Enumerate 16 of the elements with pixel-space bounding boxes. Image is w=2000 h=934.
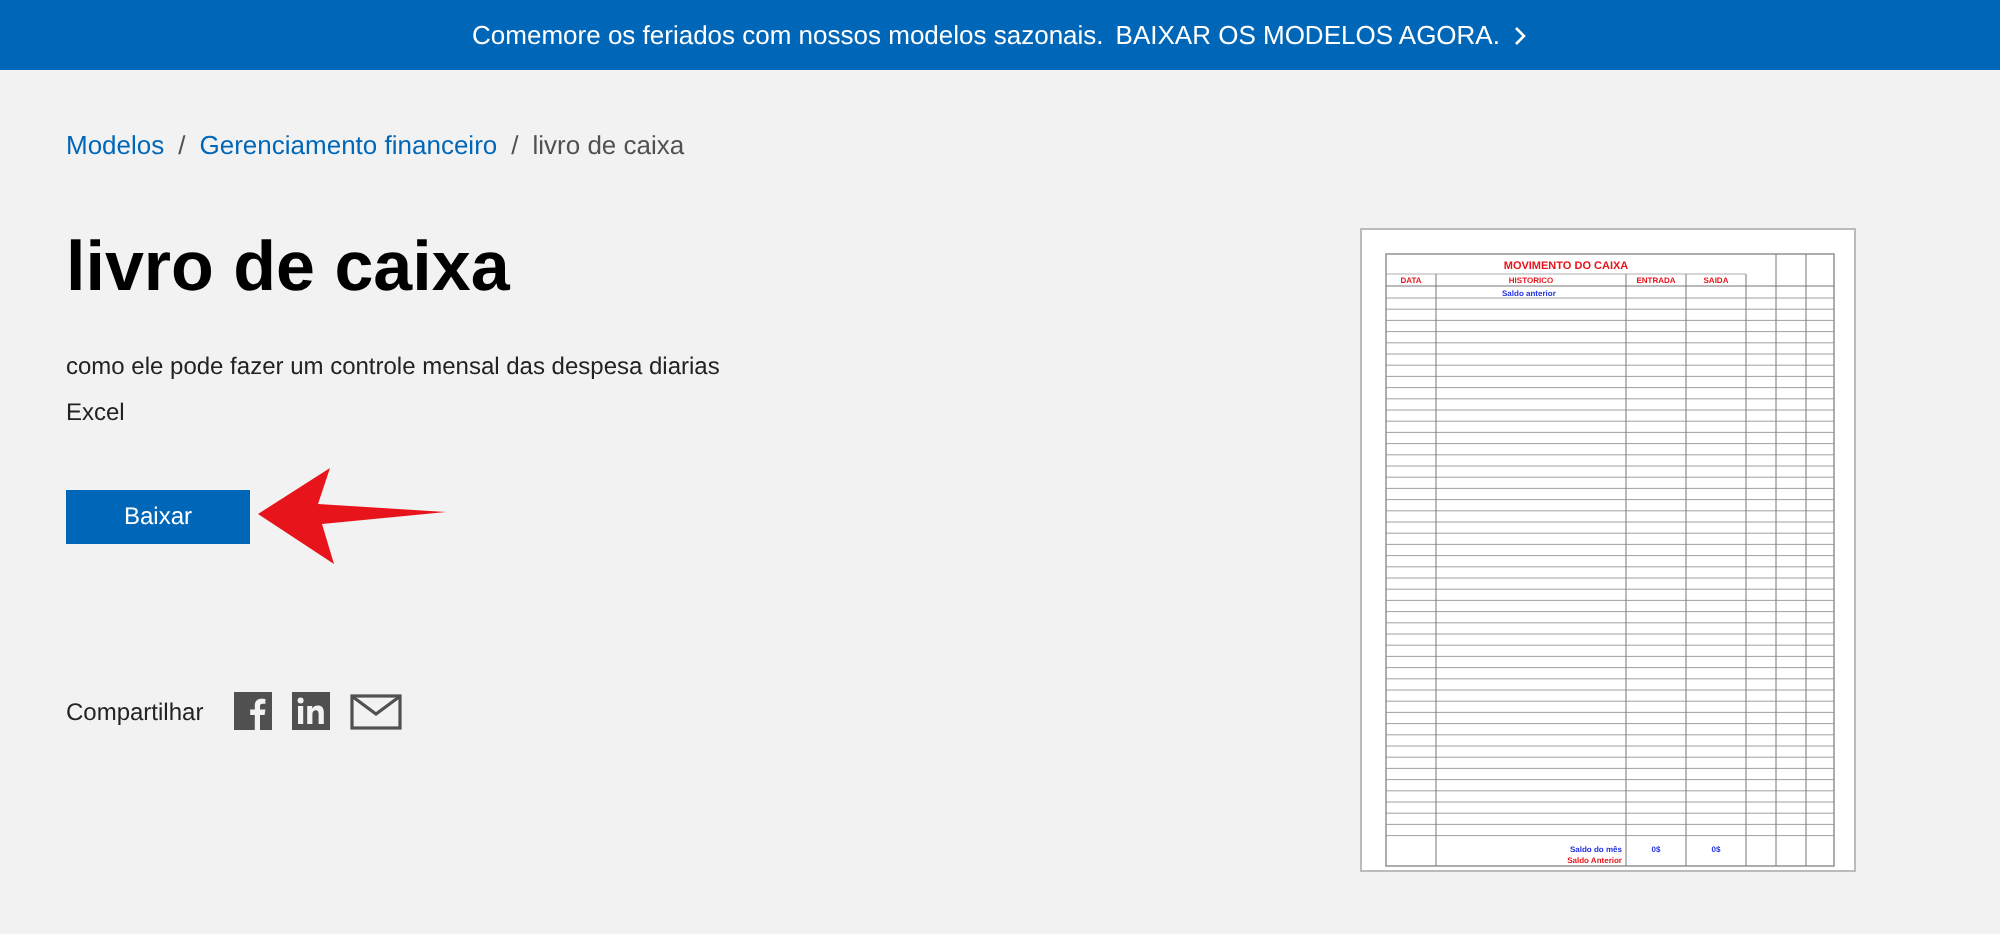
chevron-icon bbox=[1511, 25, 1528, 45]
breadcrumb-separator: / bbox=[511, 130, 519, 160]
page-title: livro de caixa bbox=[66, 228, 512, 308]
facebook-icon[interactable] bbox=[233, 692, 272, 730]
email-icon[interactable] bbox=[349, 693, 402, 729]
breadcrumb-current: livro de caixa bbox=[532, 130, 685, 160]
banner-link[interactable]: BAIXAR OS MODELOS AGORA. bbox=[1115, 20, 1528, 50]
download-button[interactable]: Baixar bbox=[66, 489, 250, 543]
breadcrumb-link[interactable]: Gerenciamento financeiro bbox=[199, 130, 498, 160]
file-type: Excel bbox=[66, 398, 127, 426]
breadcrumb-separator: / bbox=[178, 130, 186, 160]
share-label: Compartilhar bbox=[66, 697, 204, 725]
banner-text: Comemore os feriados com nossos modelos sazonais. bbox=[472, 20, 1104, 50]
template-description: como ele pode fazer um controle mensal das despesa diarias bbox=[66, 352, 722, 380]
breadcrumb-link[interactable]: Modelos bbox=[66, 130, 165, 160]
linkedin-icon[interactable] bbox=[291, 692, 330, 730]
